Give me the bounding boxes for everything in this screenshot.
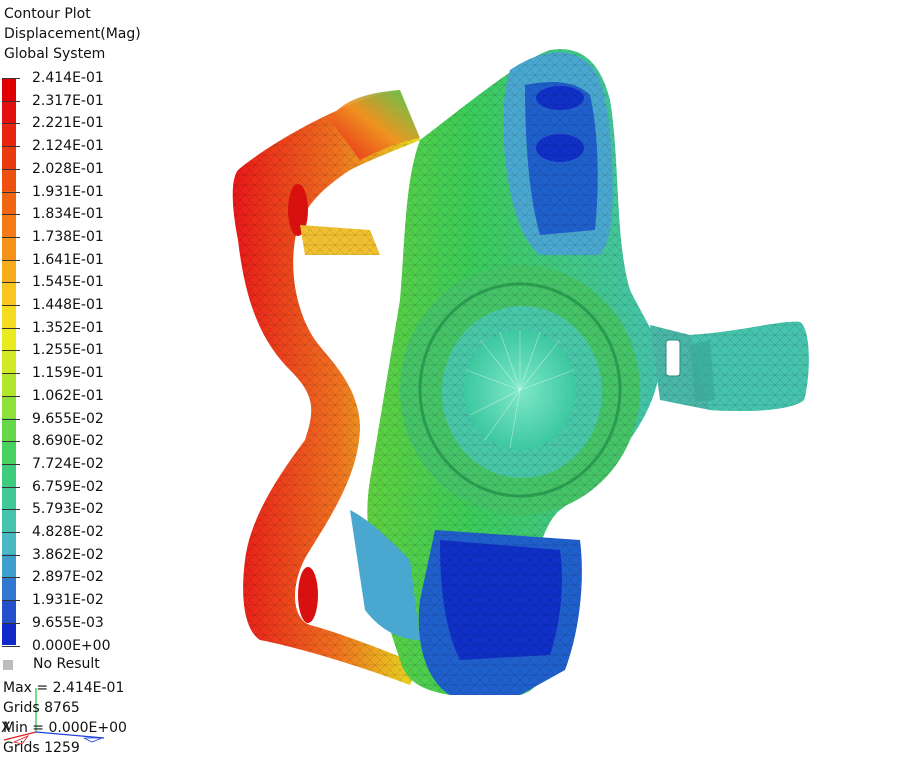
legend-tick — [2, 532, 20, 533]
legend-swatch — [2, 146, 16, 169]
legend-tick — [2, 350, 20, 352]
legend-swatch — [2, 486, 16, 510]
legend-swatch — [2, 350, 16, 373]
legend-tick — [2, 282, 20, 284]
legend-value-label: 9.655E-03 — [32, 614, 104, 631]
legend-value-label: 1.062E-01 — [32, 387, 104, 404]
legend-tick — [2, 305, 20, 306]
legend-tick — [2, 600, 20, 602]
legend-value-label: 1.159E-01 — [32, 365, 104, 382]
legend-tick — [2, 373, 20, 375]
legend-tick — [2, 622, 20, 624]
legend-color-bar — [2, 78, 16, 646]
legend-tick — [2, 236, 20, 238]
legend-swatch — [2, 304, 16, 328]
legend-tick — [2, 259, 20, 261]
legend-swatch — [2, 168, 16, 192]
legend-value-label: 1.931E-01 — [32, 183, 104, 200]
legend-value-label: 2.414E-01 — [32, 70, 104, 86]
legend-value-label: 1.545E-01 — [32, 274, 104, 291]
legend-swatch — [2, 191, 16, 215]
plot-header: Contour Plot Displacement(Mag) Global Sy… — [4, 4, 141, 64]
legend-tick — [2, 486, 20, 488]
legend-swatch — [2, 123, 16, 147]
legend-swatch — [2, 531, 16, 555]
legend-swatch — [2, 78, 16, 101]
legend-tick — [2, 645, 20, 647]
legend-tick — [2, 554, 20, 556]
steering-knuckle-model[interactable] — [220, 40, 820, 700]
legend-swatch — [2, 441, 16, 464]
legend-value-label: 5.793E-02 — [32, 501, 104, 518]
legend-swatch — [2, 418, 16, 441]
graphics-viewport[interactable]: Contour Plot Displacement(Mag) Global Sy… — [0, 0, 898, 759]
legend-value-label: 3.862E-02 — [32, 546, 104, 563]
legend-swatch — [2, 259, 16, 283]
result-type-title: Displacement(Mag) — [4, 26, 141, 42]
legend-tick — [2, 327, 20, 329]
legend-tick — [2, 577, 20, 579]
legend-value-label: 7.724E-02 — [32, 455, 104, 472]
legend-tick — [2, 441, 20, 443]
wheel-hub — [400, 265, 640, 515]
min-grid: Grids 1259 — [3, 740, 80, 756]
legend-tick — [2, 463, 20, 465]
min-value: Min = 0.000E+00 — [3, 720, 127, 736]
legend-value-label: 2.897E-02 — [32, 569, 104, 586]
legend-swatch — [2, 463, 16, 487]
legend-value-label: 6.759E-02 — [32, 478, 104, 495]
legend-tick — [2, 214, 20, 216]
no-result-swatch — [3, 660, 13, 670]
legend-value-label: 1.931E-02 — [32, 592, 104, 609]
max-grid: Grids 8765 — [3, 700, 80, 716]
legend-swatch — [2, 395, 16, 419]
legend-swatch — [2, 327, 16, 351]
legend-swatch — [2, 554, 16, 578]
plot-type-title: Contour Plot — [4, 6, 91, 22]
legend-swatch — [2, 214, 16, 237]
legend-value-label: 4.828E-02 — [32, 524, 104, 540]
upper-mount-region — [503, 52, 613, 256]
legend-swatch — [2, 622, 16, 646]
legend-swatch — [2, 236, 16, 260]
legend-swatch — [2, 372, 16, 396]
legend-tick — [2, 168, 20, 170]
legend-value-label: 8.690E-02 — [32, 433, 104, 450]
legend-value-label: 1.255E-01 — [32, 342, 104, 359]
legend-value-label: 1.834E-01 — [32, 206, 104, 223]
coordinate-system-title: Global System — [4, 46, 106, 62]
legend-tick — [2, 123, 20, 125]
legend-tick — [2, 418, 20, 420]
legend-value-label: 2.317E-01 — [32, 92, 104, 109]
legend-value-label: 2.124E-01 — [32, 138, 104, 155]
legend-value-label: 2.028E-01 — [32, 160, 104, 177]
steering-arm — [650, 321, 809, 411]
legend-swatch — [2, 282, 16, 305]
legend-swatch — [2, 577, 16, 600]
legend-value-label: 1.448E-01 — [32, 297, 104, 313]
legend-value-label: 1.738E-01 — [32, 228, 104, 245]
legend-swatch — [2, 599, 16, 623]
legend-value-label: 0.000E+00 — [32, 637, 111, 654]
legend-value-label: 2.221E-01 — [32, 115, 104, 132]
legend-tick — [2, 191, 20, 193]
legend-tick — [2, 100, 20, 102]
min-max-stats: Max = 2.414E-01 Grids 8765 Min = 0.000E+… — [3, 678, 127, 758]
legend-tick — [2, 395, 20, 397]
legend-value-label: 1.641E-01 — [32, 251, 104, 268]
legend-swatch — [2, 100, 16, 124]
legend-value-label: 9.655E-02 — [32, 410, 104, 427]
legend-tick — [2, 78, 20, 79]
legend-value-label: 1.352E-01 — [32, 319, 104, 336]
no-result-label: No Result — [33, 656, 100, 672]
legend-tick — [2, 146, 20, 148]
legend-swatch — [2, 509, 16, 532]
max-value: Max = 2.414E-01 — [3, 680, 125, 696]
legend-tick — [2, 509, 20, 511]
